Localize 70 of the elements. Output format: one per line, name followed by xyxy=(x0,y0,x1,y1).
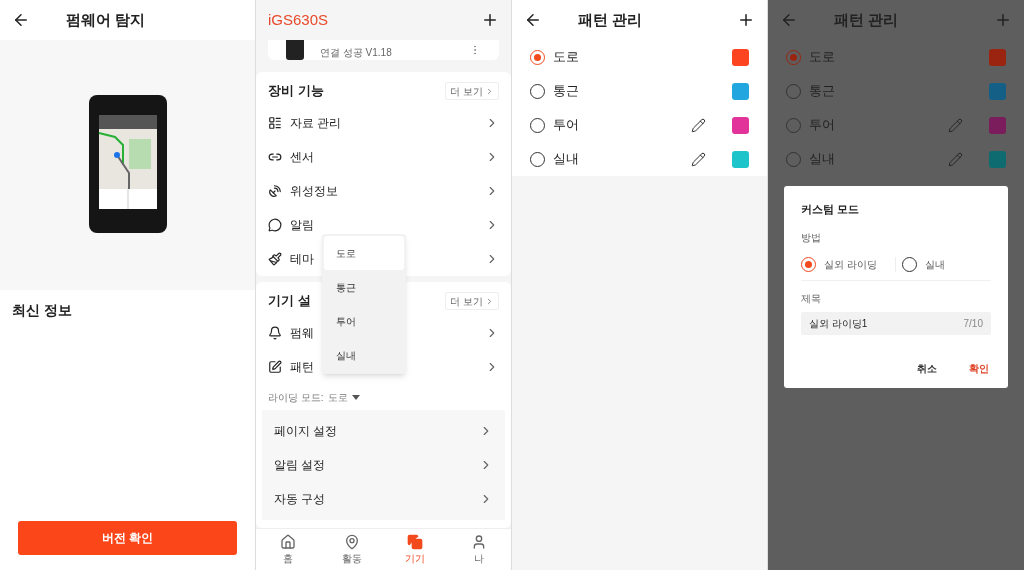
nav-tab[interactable]: 기기 xyxy=(383,529,448,570)
menu-item[interactable]: 테마 xyxy=(290,250,314,268)
section-title: 기기 설 xyxy=(268,292,311,311)
connection-status: 연결 성공 V1.18 xyxy=(320,46,392,60)
nav-tab[interactable]: 활동 xyxy=(319,529,384,570)
pattern-label[interactable]: 도로 xyxy=(553,47,579,67)
pattern-label[interactable]: 실내 xyxy=(553,149,579,169)
satellite-dish-icon xyxy=(268,184,282,198)
riding-mode-dropdown[interactable]: 도로 xyxy=(327,389,360,405)
dialog-title: 커스텀 모드 xyxy=(801,202,861,217)
edit-icon[interactable] xyxy=(691,117,706,133)
section-title: 장비 기능 xyxy=(268,82,324,101)
chat-bubble-icon xyxy=(268,218,282,232)
bell-icon xyxy=(268,326,282,340)
map-pin-icon xyxy=(343,533,360,550)
nav-tab[interactable]: 홈 xyxy=(256,529,320,570)
caret-icon xyxy=(351,394,360,400)
device-thumbnail xyxy=(286,40,304,60)
pattern-label[interactable]: 투어 xyxy=(553,115,579,135)
chevron-icon xyxy=(485,296,494,306)
method-option[interactable]: 실외 라이딩 xyxy=(824,256,877,272)
edit-icon[interactable] xyxy=(691,151,706,167)
add-icon[interactable] xyxy=(737,11,755,29)
back-icon[interactable] xyxy=(12,11,30,29)
color-swatch[interactable] xyxy=(989,82,1006,100)
section-title: 최신 정보 xyxy=(12,302,72,318)
chevron-icon xyxy=(485,86,494,96)
method-option[interactable]: 실내 xyxy=(925,256,945,272)
menu-item[interactable]: 펌웨 xyxy=(290,324,314,342)
menu-item[interactable]: 알림 xyxy=(290,216,314,234)
back-icon[interactable] xyxy=(524,11,542,29)
color-swatch[interactable] xyxy=(989,48,1006,66)
dropdown-option[interactable]: 도로 xyxy=(324,236,404,270)
menu-item[interactable]: 패턴 xyxy=(290,358,314,376)
menu-item[interactable]: 자료 관리 xyxy=(290,114,342,132)
field-label: 방법 xyxy=(801,230,822,245)
nav-tab[interactable]: 나 xyxy=(447,529,511,570)
device-card[interactable]: 연결 성공 V1.18 xyxy=(268,40,499,60)
pattern-label[interactable]: 통근 xyxy=(553,81,579,101)
more-button[interactable]: 더 보기 xyxy=(445,82,499,100)
screen-title: iGS630S xyxy=(268,9,329,30)
link-icon xyxy=(268,150,282,164)
brush-icon xyxy=(268,252,282,266)
screen-title: 펌웨어 탐지 xyxy=(66,9,146,30)
cancel-button[interactable]: 취소 xyxy=(917,360,937,376)
color-swatch[interactable] xyxy=(732,150,749,168)
menu-item[interactable]: 페이지 설정 xyxy=(274,422,338,440)
color-swatch[interactable] xyxy=(732,116,749,134)
devices-icon xyxy=(407,533,424,550)
color-swatch[interactable] xyxy=(732,48,749,66)
home-icon xyxy=(279,533,296,550)
version-check-button[interactable]: 버전 확인 xyxy=(18,521,237,555)
screen-title: 패턴 관리 xyxy=(578,9,643,30)
menu-item[interactable]: 위성정보 xyxy=(290,182,338,200)
more-button[interactable]: 더 보기 xyxy=(445,292,499,310)
field-label: 제목 xyxy=(801,291,822,306)
title-input-field[interactable]: 실외 라이딩1 7/10 xyxy=(801,311,991,335)
color-swatch[interactable] xyxy=(989,150,1006,168)
add-icon[interactable] xyxy=(481,11,499,29)
confirm-button[interactable]: 확인 xyxy=(969,360,989,376)
screen-title: 패턴 관리 xyxy=(834,9,899,30)
list-icon xyxy=(268,116,282,130)
menu-item[interactable]: 자동 구성 xyxy=(274,490,326,508)
color-swatch[interactable] xyxy=(732,82,749,100)
riding-mode-label: 라이딩 모드: xyxy=(268,390,324,405)
edit-document-icon xyxy=(268,360,282,374)
color-swatch[interactable] xyxy=(989,116,1006,134)
character-counter: 7/10 xyxy=(963,316,983,331)
menu-item[interactable]: 센서 xyxy=(290,148,314,166)
menu-item[interactable]: 알림 설정 xyxy=(274,456,326,474)
